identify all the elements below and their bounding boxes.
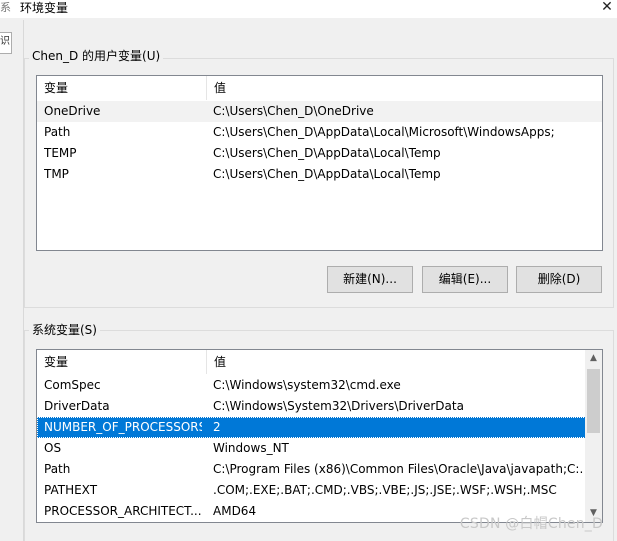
variable-value-cell: C:\Users\Chen_D\AppData\Local\Temp (213, 167, 441, 181)
column-header-value[interactable]: 值 (207, 350, 584, 374)
variable-name-cell: PATHEXT (44, 483, 98, 497)
table-row[interactable]: OneDrive C:\Users\Chen_D\OneDrive (37, 101, 602, 122)
variable-name-cell: TMP (44, 167, 69, 181)
variable-value-cell: .COM;.EXE;.BAT;.CMD;.VBS;.VBE;.JS;.JSE;.… (213, 483, 557, 497)
table-row[interactable]: PATHEXT .COM;.EXE;.BAT;.CMD;.VBS;.VBE;.JS… (37, 480, 602, 501)
column-header-value[interactable]: 值 (207, 76, 584, 100)
table-row[interactable]: Path C:\Program Files (x86)\Common Files\… (37, 459, 602, 480)
variable-name-cell: OS (44, 441, 62, 455)
table-row[interactable]: TMP C:\Users\Chen_D\AppData\Local\Temp (37, 164, 602, 185)
table-row[interactable]: NUMBER_OF_PROCESSORS 2 (37, 417, 602, 438)
variable-value-cell: C:\Windows\System32\Drivers\DriverData (213, 399, 464, 413)
table-row[interactable]: TEMP C:\Users\Chen_D\AppData\Local\Temp (37, 143, 602, 164)
variable-value-cell: C:\Users\Chen_D\OneDrive (213, 104, 374, 118)
table-row[interactable]: ComSpec C:\Windows\system32\cmd.exe (37, 375, 602, 396)
variable-name-cell: OneDrive (44, 104, 101, 118)
scroll-up-icon[interactable]: ▲ (585, 350, 602, 367)
watermark: CSDN @白帽Chen_D (459, 516, 603, 532)
close-icon[interactable]: ✕ (597, 0, 617, 18)
scrollbar-thumb[interactable] (587, 369, 600, 433)
list-header: 变量 值 (37, 350, 602, 374)
system-variables-list[interactable]: 变量 值 ComSpec C:\Windows\system32\cmd.exe D… (36, 349, 603, 523)
variable-name-cell: TEMP (44, 146, 77, 160)
list-header: 变量 值 (37, 76, 602, 100)
vertical-scrollbar[interactable]: ▲ ▼ (585, 350, 602, 522)
user-variables-label: Chen_D 的用户变量(U) (29, 49, 164, 63)
table-row[interactable]: DriverData C:\Windows\System32\Drivers\Dr… (37, 396, 602, 417)
table-row[interactable]: Path C:\Users\Chen_D\AppData\Local\Micros… (37, 122, 602, 143)
background-window-tab-fragment: 识 (0, 32, 12, 54)
new-user-variable-button[interactable]: 新建(N)... (327, 266, 413, 293)
variable-value-cell: Windows_NT (213, 441, 289, 455)
user-variables-rows: OneDrive C:\Users\Chen_D\OneDrive Path C:\U… (37, 101, 602, 185)
delete-user-variable-button[interactable]: 删除(D) (516, 266, 602, 293)
variable-value-cell: C:\Users\Chen_D\AppData\Local\Microsoft\… (213, 125, 555, 139)
variable-value-cell: C:\Users\Chen_D\AppData\Local\Temp (213, 146, 441, 160)
background-window-strip (0, 20, 24, 541)
variable-value-cell: C:\Program Files (x86)\Common Files\Orac… (213, 462, 583, 476)
variable-name-cell: PROCESSOR_ARCHITECT... (44, 504, 202, 518)
user-variables-list[interactable]: 变量 值 OneDrive C:\Users\Chen_D\OneDrive Pat… (36, 75, 603, 251)
variable-value-cell: C:\Windows\system32\cmd.exe (213, 378, 401, 392)
variable-name-cell: ComSpec (44, 378, 101, 392)
variable-name-cell: DriverData (44, 399, 110, 413)
system-variables-rows: ComSpec C:\Windows\system32\cmd.exe Driver… (37, 375, 602, 522)
variable-name-cell: Path (44, 125, 71, 139)
column-header-variable[interactable]: 变量 (37, 76, 207, 100)
variable-name-cell: NUMBER_OF_PROCESSORS (44, 420, 202, 434)
title-bar (0, 0, 617, 18)
window-title: 环境变量 (20, 1, 69, 15)
table-row[interactable]: OS Windows_NT (37, 438, 602, 459)
variable-name-cell: Path (44, 462, 71, 476)
variable-value-cell: 2 (213, 420, 221, 434)
background-window-title-fragment: 系 (0, 1, 11, 14)
system-variables-label: 系统变量(S) (29, 323, 100, 337)
column-header-variable[interactable]: 变量 (37, 350, 207, 374)
edit-user-variable-button[interactable]: 编辑(E)... (422, 266, 508, 293)
